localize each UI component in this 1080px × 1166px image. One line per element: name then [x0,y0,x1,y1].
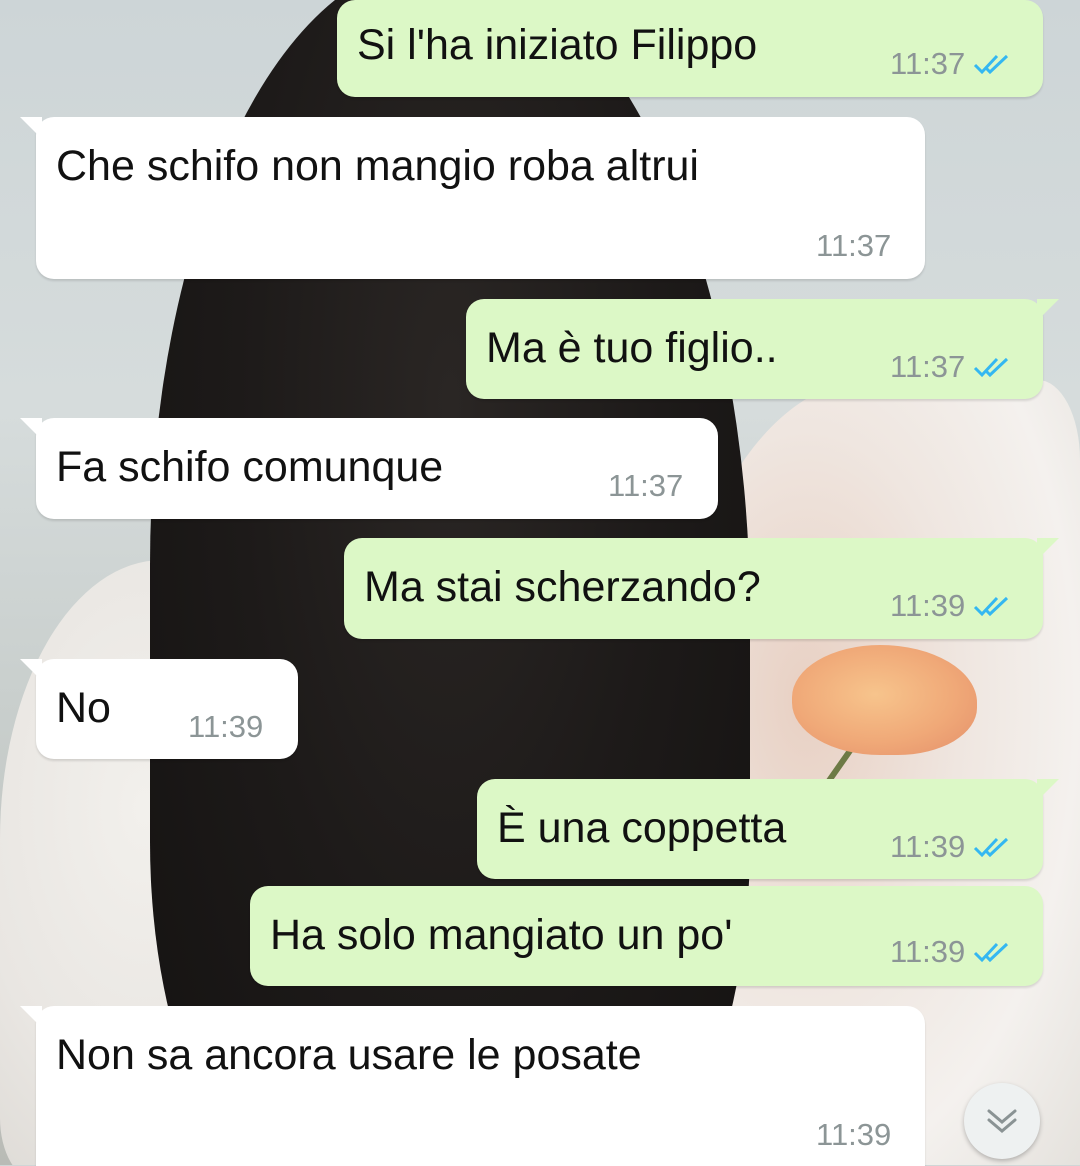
message-outgoing[interactable]: Ma è tuo figlio.. 11:37 [466,299,1059,399]
bubble-tail [1037,779,1059,801]
message-time: 11:37 [890,349,966,384]
message-text: Si l'ha iniziato Filippo [357,21,758,69]
message-incoming[interactable]: Che schifo non mangio roba altrui 11:37 [20,117,925,279]
message-meta: 11:37 [890,351,1011,382]
message-text: No [56,684,111,732]
bubble-tail [20,659,42,681]
message-meta: 11:39 [188,711,263,742]
message-text: Ma è tuo figlio.. [486,324,778,372]
double-check-read-icon [974,942,1009,962]
message-text: Ma stai scherzando? [364,563,761,611]
message-incoming[interactable]: Non sa ancora usare le posate 11:39 [20,1006,925,1166]
double-check-read-icon [974,357,1009,377]
bubble-tail [1037,299,1059,321]
message-outgoing[interactable]: Si l'ha iniziato Filippo 11:37 [337,0,1043,97]
message-text: Che schifo non mangio roba altrui [56,142,699,190]
message-time: 11:37 [608,468,684,503]
message-text: Non sa ancora usare le posate [56,1031,642,1079]
message-text: Fa schifo comunque [56,443,444,491]
message-outgoing[interactable]: Ha solo mangiato un po' 11:39 [250,886,1043,986]
double-chevron-down-icon [987,1109,1017,1133]
message-time: 11:37 [890,46,966,81]
message-outgoing[interactable]: È una coppetta 11:39 [477,779,1059,879]
double-check-read-icon [974,54,1009,74]
bubble-tail [1037,538,1059,560]
message-meta: 11:39 [816,1119,891,1150]
bubble-tail [20,117,42,139]
message-time: 11:39 [816,1117,892,1152]
message-meta: 11:39 [890,936,1011,967]
message-meta: 11:37 [890,48,1011,79]
message-meta: 11:37 [608,470,683,501]
message-time: 11:39 [890,588,966,623]
message-incoming[interactable]: No 11:39 [20,659,298,759]
message-time: 11:39 [890,829,966,864]
double-check-read-icon [974,596,1009,616]
message-time: 11:39 [188,709,264,744]
message-meta: 11:37 [816,230,891,261]
message-meta: 11:39 [890,831,1011,862]
double-check-read-icon [974,837,1009,857]
bubble-tail [20,1006,42,1028]
message-incoming[interactable]: Fa schifo comunque 11:37 [20,418,718,519]
message-meta: 11:39 [890,590,1011,621]
message-time: 11:37 [816,228,892,263]
message-text: È una coppetta [497,804,787,852]
bubble-tail [20,418,42,440]
message-outgoing[interactable]: Ma stai scherzando? 11:39 [344,538,1059,639]
message-time: 11:39 [890,934,966,969]
message-text: Ha solo mangiato un po' [270,911,733,959]
scroll-to-bottom-button[interactable] [964,1083,1040,1159]
